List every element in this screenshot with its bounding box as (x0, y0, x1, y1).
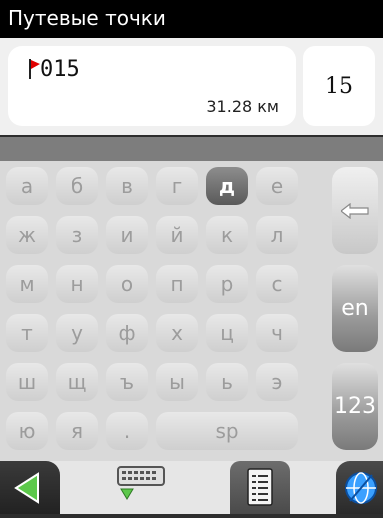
key-4-1[interactable]: щ (56, 363, 98, 401)
key-label: о (120, 272, 134, 296)
key-2-3[interactable]: п (156, 265, 198, 303)
key-3-5[interactable]: ч (256, 314, 298, 352)
numbers-button[interactable]: 123 (332, 363, 378, 450)
space-key[interactable]: sp (156, 412, 298, 450)
key-label: с (271, 272, 283, 296)
key-label: щ (67, 370, 87, 394)
search-input[interactable] (0, 137, 383, 161)
page-title: Путевые точки (8, 6, 166, 30)
key-1-3[interactable]: й (156, 216, 198, 254)
key-label: к (220, 223, 234, 247)
list-icon (247, 468, 273, 506)
key-label: и (120, 223, 134, 247)
key-0-4-selected[interactable]: д (206, 167, 248, 205)
key-0-3[interactable]: г (156, 167, 198, 205)
waypoint-count: 15 (325, 74, 353, 99)
key-label: ф (118, 321, 136, 345)
list-button[interactable] (230, 461, 290, 514)
key-label: н (70, 272, 84, 296)
waypoint-distance: 31.28 км (206, 97, 279, 116)
key-2-0[interactable]: м (6, 265, 48, 303)
key-label: п (170, 272, 184, 296)
back-arrow-icon (14, 472, 39, 504)
key-label: ы (169, 370, 185, 394)
key-4-2[interactable]: ъ (106, 363, 148, 401)
backspace-button[interactable] (332, 167, 378, 254)
key-1-0[interactable]: ж (6, 216, 48, 254)
key-label: л (270, 223, 284, 247)
key-label: а (20, 174, 34, 198)
numbers-label: 123 (334, 394, 376, 419)
key-label: б (70, 174, 84, 198)
key-label: р (220, 272, 234, 296)
key-label: в (121, 174, 133, 198)
key-label: sp (215, 419, 239, 443)
key-label: у (71, 321, 83, 345)
waypoint-count-box: 15 (303, 46, 375, 126)
key-5-1[interactable]: я (56, 412, 98, 450)
key-label: я (70, 419, 84, 443)
key-label: ц (220, 321, 234, 345)
language-button[interactable]: en (332, 265, 378, 352)
title-bar: Путевые точки (0, 0, 383, 38)
key-4-5[interactable]: э (256, 363, 298, 401)
key-2-4[interactable]: р (206, 265, 248, 303)
map-button[interactable] (336, 461, 383, 514)
keyboard-icon (117, 466, 165, 500)
key-4-0[interactable]: ш (6, 363, 48, 401)
key-0-2[interactable]: в (106, 167, 148, 205)
key-label: й (170, 223, 184, 247)
key-label: м (19, 272, 35, 296)
key-3-1[interactable]: у (56, 314, 98, 352)
language-label: en (341, 296, 369, 321)
key-label: ъ (119, 370, 135, 394)
key-label: х (171, 321, 183, 345)
key-label: з (71, 223, 83, 247)
key-0-0[interactable]: а (6, 167, 48, 205)
key-5-0[interactable]: ю (6, 412, 48, 450)
key-label: ж (17, 223, 37, 247)
key-5-2[interactable]: . (106, 412, 148, 450)
key-label: ш (17, 370, 37, 394)
key-label: э (271, 370, 283, 394)
globe-icon (345, 472, 377, 504)
key-3-0[interactable]: т (6, 314, 48, 352)
key-2-2[interactable]: о (106, 265, 148, 303)
key-label: ь (221, 370, 233, 394)
back-button[interactable] (0, 461, 60, 514)
key-label: ю (18, 419, 36, 443)
key-3-3[interactable]: х (156, 314, 198, 352)
key-1-4[interactable]: к (206, 216, 248, 254)
keyboard-toggle-button[interactable] (108, 461, 174, 514)
key-3-2[interactable]: ф (106, 314, 148, 352)
key-label: г (171, 174, 183, 198)
key-label: д (218, 174, 236, 198)
key-4-3[interactable]: ы (156, 363, 198, 401)
onscreen-keyboard: а б в г д е ж з и й к л м н о п р с т у … (0, 161, 383, 461)
key-4-4[interactable]: ь (206, 363, 248, 401)
key-3-4[interactable]: ц (206, 314, 248, 352)
key-0-5[interactable]: е (256, 167, 298, 205)
backspace-arrow-icon (341, 202, 369, 219)
key-2-5[interactable]: с (256, 265, 298, 303)
key-1-1[interactable]: з (56, 216, 98, 254)
waypoint-name: 015 (40, 57, 80, 82)
key-1-2[interactable]: и (106, 216, 148, 254)
key-2-1[interactable]: н (56, 265, 98, 303)
key-1-5[interactable]: л (256, 216, 298, 254)
key-0-1[interactable]: б (56, 167, 98, 205)
key-label: т (21, 321, 33, 345)
key-label: . (123, 419, 131, 443)
key-label: е (270, 174, 284, 198)
key-label: ч (271, 321, 283, 345)
red-flag-icon (29, 59, 40, 79)
